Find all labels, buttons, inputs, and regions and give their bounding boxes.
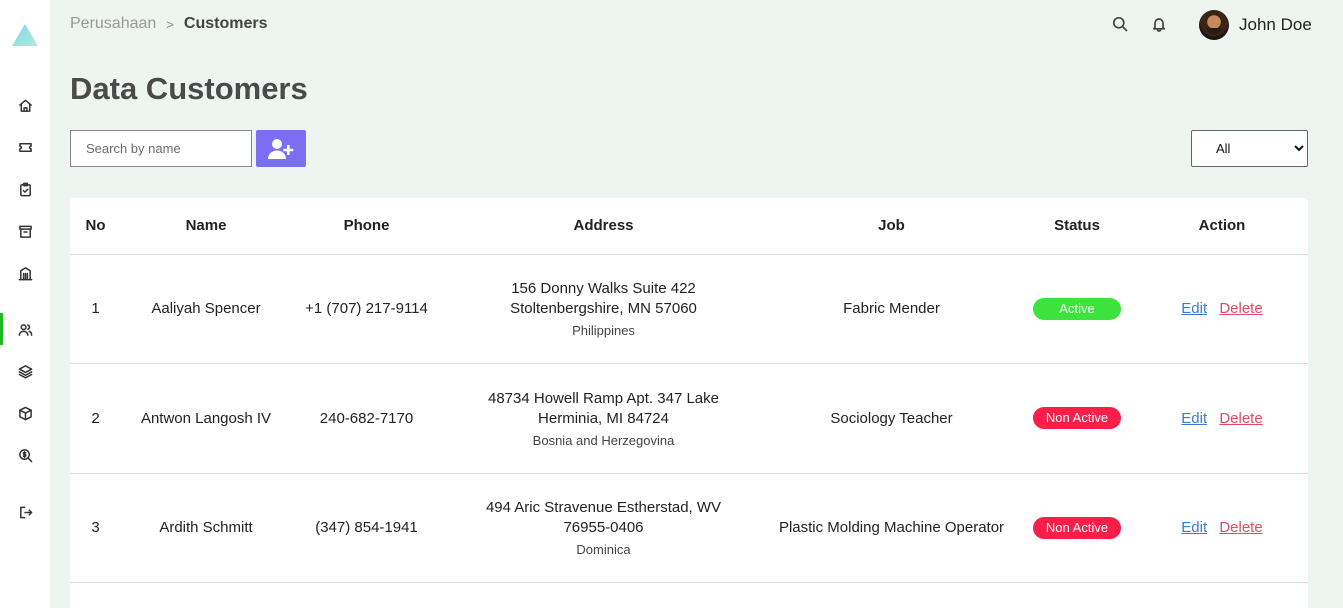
sidebar-item-ticket[interactable] [0,131,50,163]
cell-name: Ardith Schmitt [121,473,291,583]
cell-phone: (347) 854-1941 [291,473,442,583]
sidebar [0,0,50,608]
sidebar-item-customers[interactable] [0,313,50,345]
sidebar-item-home[interactable] [0,89,50,121]
layers-icon [18,364,32,379]
cell-phone: +1 (707) 217-9114 [291,254,442,364]
customers-table-card: No Name Phone Address Job Status Action … [70,198,1308,608]
edit-link[interactable]: Edit [1181,300,1207,317]
delete-link[interactable]: Delete [1219,300,1262,317]
address-street: 494 Aric Stravenue Estherstad, WV 76955-… [485,499,722,537]
add-customer-button[interactable] [256,130,306,167]
sidebar-item-clipboard[interactable] [0,173,50,205]
edit-link[interactable]: Edit [1181,519,1207,536]
address-street: 48734 Howell Ramp Apt. 347 Lake Herminia… [488,389,719,427]
column-header-job: Job [765,198,1018,255]
archive-icon [18,225,32,238]
delete-link[interactable]: Delete [1219,519,1262,536]
search-input[interactable] [70,130,252,167]
home-icon [18,99,32,112]
column-header-name: Name [121,198,291,255]
cell-job: Sociology Teacher [765,363,1018,474]
cell-no: 1 [70,254,121,364]
bell-icon [1152,18,1166,32]
cell-action: Edit Delete [1136,254,1308,364]
column-header-phone: Phone [291,198,442,255]
sidebar-item-logout[interactable] [0,496,50,528]
cell-job: Fabric Mender [765,254,1018,364]
status-filter-select[interactable]: All [1191,130,1308,167]
sidebar-item-layers[interactable] [0,355,50,387]
breadcrumb-separator: > [166,16,174,32]
cell-phone: 240-682-7170 [291,363,442,474]
cell-no: 3 [70,473,121,583]
cell-status: Active [1018,254,1136,364]
breadcrumb: Perusahaan > Customers [70,15,267,33]
search-icon [1112,16,1128,32]
breadcrumb-parent[interactable]: Perusahaan [70,15,156,33]
users-icon [18,323,32,336]
cell-address: 156 Donny Walks Suite 422 Stoltenbergshi… [442,254,765,364]
cell-action: Edit Delete [1136,363,1308,474]
cell-action: Edit Delete [1136,473,1308,583]
cell-status: Non Active [1018,473,1136,583]
edit-link[interactable]: Edit [1181,410,1207,427]
user-menu[interactable]: John Doe [1199,10,1312,40]
status-badge: Active [1033,297,1121,320]
table-header-row: No Name Phone Address Job Status Action [70,198,1308,255]
ticket-icon [18,142,32,152]
status-badge: Non Active [1033,516,1121,539]
address-country: Bosnia and Herzegovina [532,432,675,448]
building-icon [18,266,32,280]
cell-job: Plastic Molding Machine Operator [765,473,1018,583]
clipboard-check-icon [19,182,31,196]
page-title: Data Customers [70,71,308,106]
triangle-logo [12,24,38,46]
search-dollar-icon [18,448,32,462]
column-header-address: Address [442,198,765,255]
status-badge: Non Active [1033,407,1121,430]
box-icon [18,406,32,420]
address-street: 156 Donny Walks Suite 422 Stoltenbergshi… [510,280,697,318]
table-row: 1 Aaliyah Spencer +1 (707) 217-9114 156 … [70,254,1308,364]
cell-address: 48734 Howell Ramp Apt. 347 Lake Herminia… [442,363,765,474]
user-name: John Doe [1239,15,1312,34]
notifications-button[interactable] [1149,14,1169,34]
sidebar-item-archive[interactable] [0,215,50,247]
cell-status: Non Active [1018,363,1136,474]
cell-name: Antwon Langosh IV [121,363,291,474]
sidebar-item-building[interactable] [0,257,50,289]
column-header-status: Status [1018,198,1136,255]
sidebar-item-box[interactable] [0,397,50,429]
table-row: 2 Antwon Langosh IV 240-682-7170 48734 H… [70,363,1308,474]
header-search-button[interactable] [1110,14,1130,34]
address-country: Dominica [576,542,631,558]
sidebar-item-search-dollar[interactable] [0,439,50,471]
table-row: 3 Ardith Schmitt (347) 854-1941 494 Aric… [70,473,1308,583]
cell-no: 2 [70,363,121,474]
customers-table: No Name Phone Address Job Status Action … [70,198,1308,583]
delete-link[interactable]: Delete [1219,410,1262,427]
user-plus-icon [268,138,294,159]
breadcrumb-current: Customers [183,15,268,32]
column-header-action: Action [1136,198,1308,255]
address-country: Philippines [572,323,635,339]
column-header-no: No [70,198,121,255]
cell-name: Aaliyah Spencer [121,254,291,364]
cell-address: 494 Aric Stravenue Estherstad, WV 76955-… [442,473,765,583]
logout-icon [19,506,32,518]
avatar [1199,10,1229,40]
